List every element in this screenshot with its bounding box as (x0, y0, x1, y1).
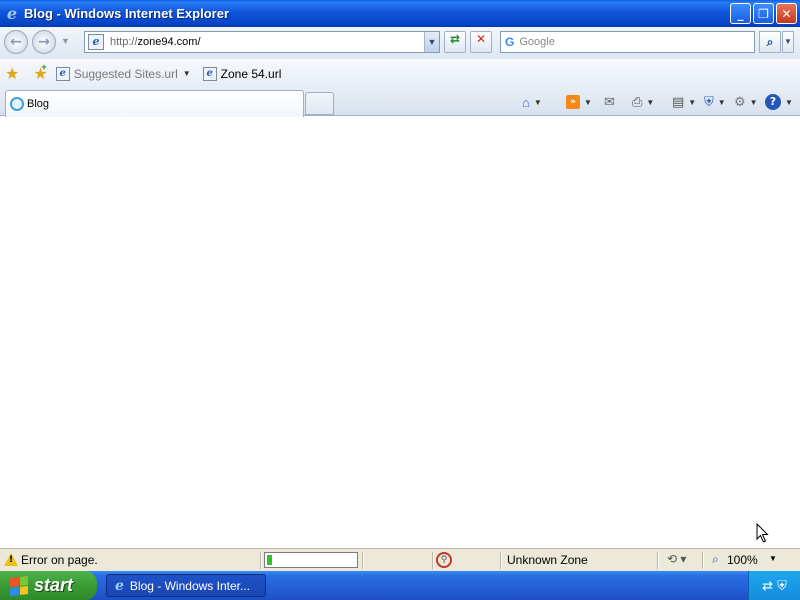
page-icon: e (202, 66, 217, 81)
google-icon: G (505, 35, 515, 49)
ie-icon: e (115, 577, 124, 594)
search-button[interactable]: ⌕ (759, 31, 781, 53)
divider (362, 552, 363, 569)
stop-button[interactable]: ✕ (470, 31, 492, 53)
divider (657, 552, 658, 569)
favorite-item-suggested-sites[interactable]: e Suggested Sites.url ▼ (55, 66, 191, 81)
chevron-down-icon[interactable]: ▼ (718, 98, 726, 107)
search-options-dropdown-icon[interactable]: ▼ (782, 31, 794, 53)
read-mail-button[interactable]: ✉ (604, 92, 615, 112)
title-bar[interactable]: e Blog - Windows Internet Explorer _ ❐ ✕ (0, 0, 800, 27)
close-button[interactable]: ✕ (776, 3, 797, 24)
favorites-star-icon[interactable]: ★ (5, 64, 19, 84)
taskbar-item-ie[interactable]: e Blog - Windows Inter... (106, 574, 266, 597)
new-tab-button[interactable] (305, 92, 334, 115)
feeds-button[interactable]: » ▼ (566, 92, 592, 112)
taskbar-item-label: Blog - Windows Inter... (129, 578, 250, 593)
search-placeholder: Google (519, 36, 555, 48)
taskbar: start e Blog - Windows Inter... ⇄ ⛨ (0, 571, 800, 600)
divider (500, 552, 501, 569)
favorite-label: Zone 54.url (220, 66, 282, 81)
safety-icon: ⛨ (704, 94, 714, 109)
zoom-icon[interactable]: ⌕ (712, 552, 719, 567)
start-button[interactable]: start (0, 571, 97, 600)
security-zone[interactable]: Unknown Zone (507, 553, 588, 567)
chevron-down-icon[interactable]: ▼ (183, 69, 191, 78)
print-button[interactable]: ⎙ ▼ (632, 92, 654, 112)
tools-menu-button[interactable]: ⚙ ▼ (734, 92, 758, 112)
address-bar[interactable]: e http://zone94.com/ ▼ (84, 31, 440, 53)
favorite-label: Suggested Sites.url (73, 66, 178, 81)
home-button[interactable]: ⌂ ▼ (522, 92, 542, 112)
window-title: Blog - Windows Internet Explorer (24, 6, 230, 21)
window-controls: _ ❐ ✕ (730, 3, 797, 24)
tab-blog[interactable]: Blog (5, 90, 304, 117)
windows-logo-icon (10, 575, 28, 596)
divider (432, 552, 433, 569)
chevron-down-icon[interactable]: ▼ (750, 98, 758, 107)
back-button[interactable]: ← (4, 30, 28, 54)
home-icon: ⌂ (522, 94, 530, 110)
help-menu-button[interactable]: ? ▼ (765, 92, 793, 112)
page-icon: e (55, 66, 70, 81)
privacy-report-icon[interactable]: ⚲ (436, 552, 452, 568)
mouse-cursor-icon (756, 523, 769, 543)
gear-icon: ⚙ (734, 94, 746, 109)
progress-bar (264, 552, 358, 568)
tab-label: Blog (27, 98, 50, 110)
read-mail-icon: ✉ (604, 94, 615, 109)
address-url[interactable]: http://zone94.com/ (110, 36, 201, 48)
divider (702, 552, 703, 569)
divider (260, 552, 261, 569)
add-to-favorites-bar-icon[interactable]: ★ + (33, 62, 47, 84)
network-icon[interactable]: ⇄ (762, 578, 773, 594)
safety-menu-button[interactable]: ⛨ ▼ (704, 92, 726, 112)
chevron-down-icon[interactable]: ▼ (584, 98, 592, 107)
zoom-level[interactable]: 100% (727, 553, 758, 567)
tab-row: Blog ⌂ ▼ » ▼ ✉ ⎙ ▼ ▤ ▼ ⛨ ▼ ⚙ ▼ ? ▼ (0, 88, 800, 117)
favorite-item-zone-54[interactable]: e Zone 54.url (202, 66, 282, 81)
navigation-bar: ← → ▼ e http://zone94.com/ ▼ ⇄ ✕ G Googl… (0, 27, 800, 59)
page-menu-button[interactable]: ▤ ▼ (672, 92, 696, 112)
chevron-down-icon[interactable]: ▼ (769, 554, 777, 563)
protected-mode-icon[interactable]: ⟲ ▾ (667, 552, 686, 566)
favorites-bar: ★ ★ + e Suggested Sites.url ▼ e Zone 54.u… (0, 59, 800, 88)
loading-icon (10, 97, 24, 111)
start-label: start (34, 575, 74, 595)
chevron-down-icon[interactable]: ▼ (688, 98, 696, 107)
feeds-icon: » (566, 95, 580, 109)
system-tray: ⇄ ⛨ (748, 571, 800, 600)
chevron-down-icon[interactable]: ▼ (646, 98, 654, 107)
security-alert-icon[interactable]: ⛨ (777, 578, 787, 594)
chevron-down-icon[interactable]: ▼ (785, 98, 793, 107)
print-icon: ⎙ (632, 94, 643, 109)
progress-fill (267, 555, 272, 565)
status-message[interactable]: Error on page. (21, 553, 98, 567)
page-icon: e (88, 34, 104, 50)
minimize-button[interactable]: _ (730, 3, 751, 24)
chevron-down-icon[interactable]: ▼ (534, 98, 542, 107)
status-bar: ! Error on page. ⚲ Unknown Zone ⟲ ▾ ⌕ 10… (0, 548, 800, 571)
address-dropdown-icon[interactable]: ▼ (424, 32, 439, 52)
recent-pages-dropdown-icon[interactable]: ▼ (61, 36, 70, 46)
forward-button[interactable]: → (32, 30, 56, 54)
ie-icon: e (6, 3, 18, 23)
page-content[interactable] (0, 117, 800, 548)
help-icon: ? (765, 94, 781, 110)
restore-button[interactable]: ❐ (753, 3, 774, 24)
search-input[interactable]: G Google (500, 31, 755, 53)
page-icon: ▤ (672, 94, 685, 109)
refresh-button[interactable]: ⇄ (444, 31, 466, 53)
